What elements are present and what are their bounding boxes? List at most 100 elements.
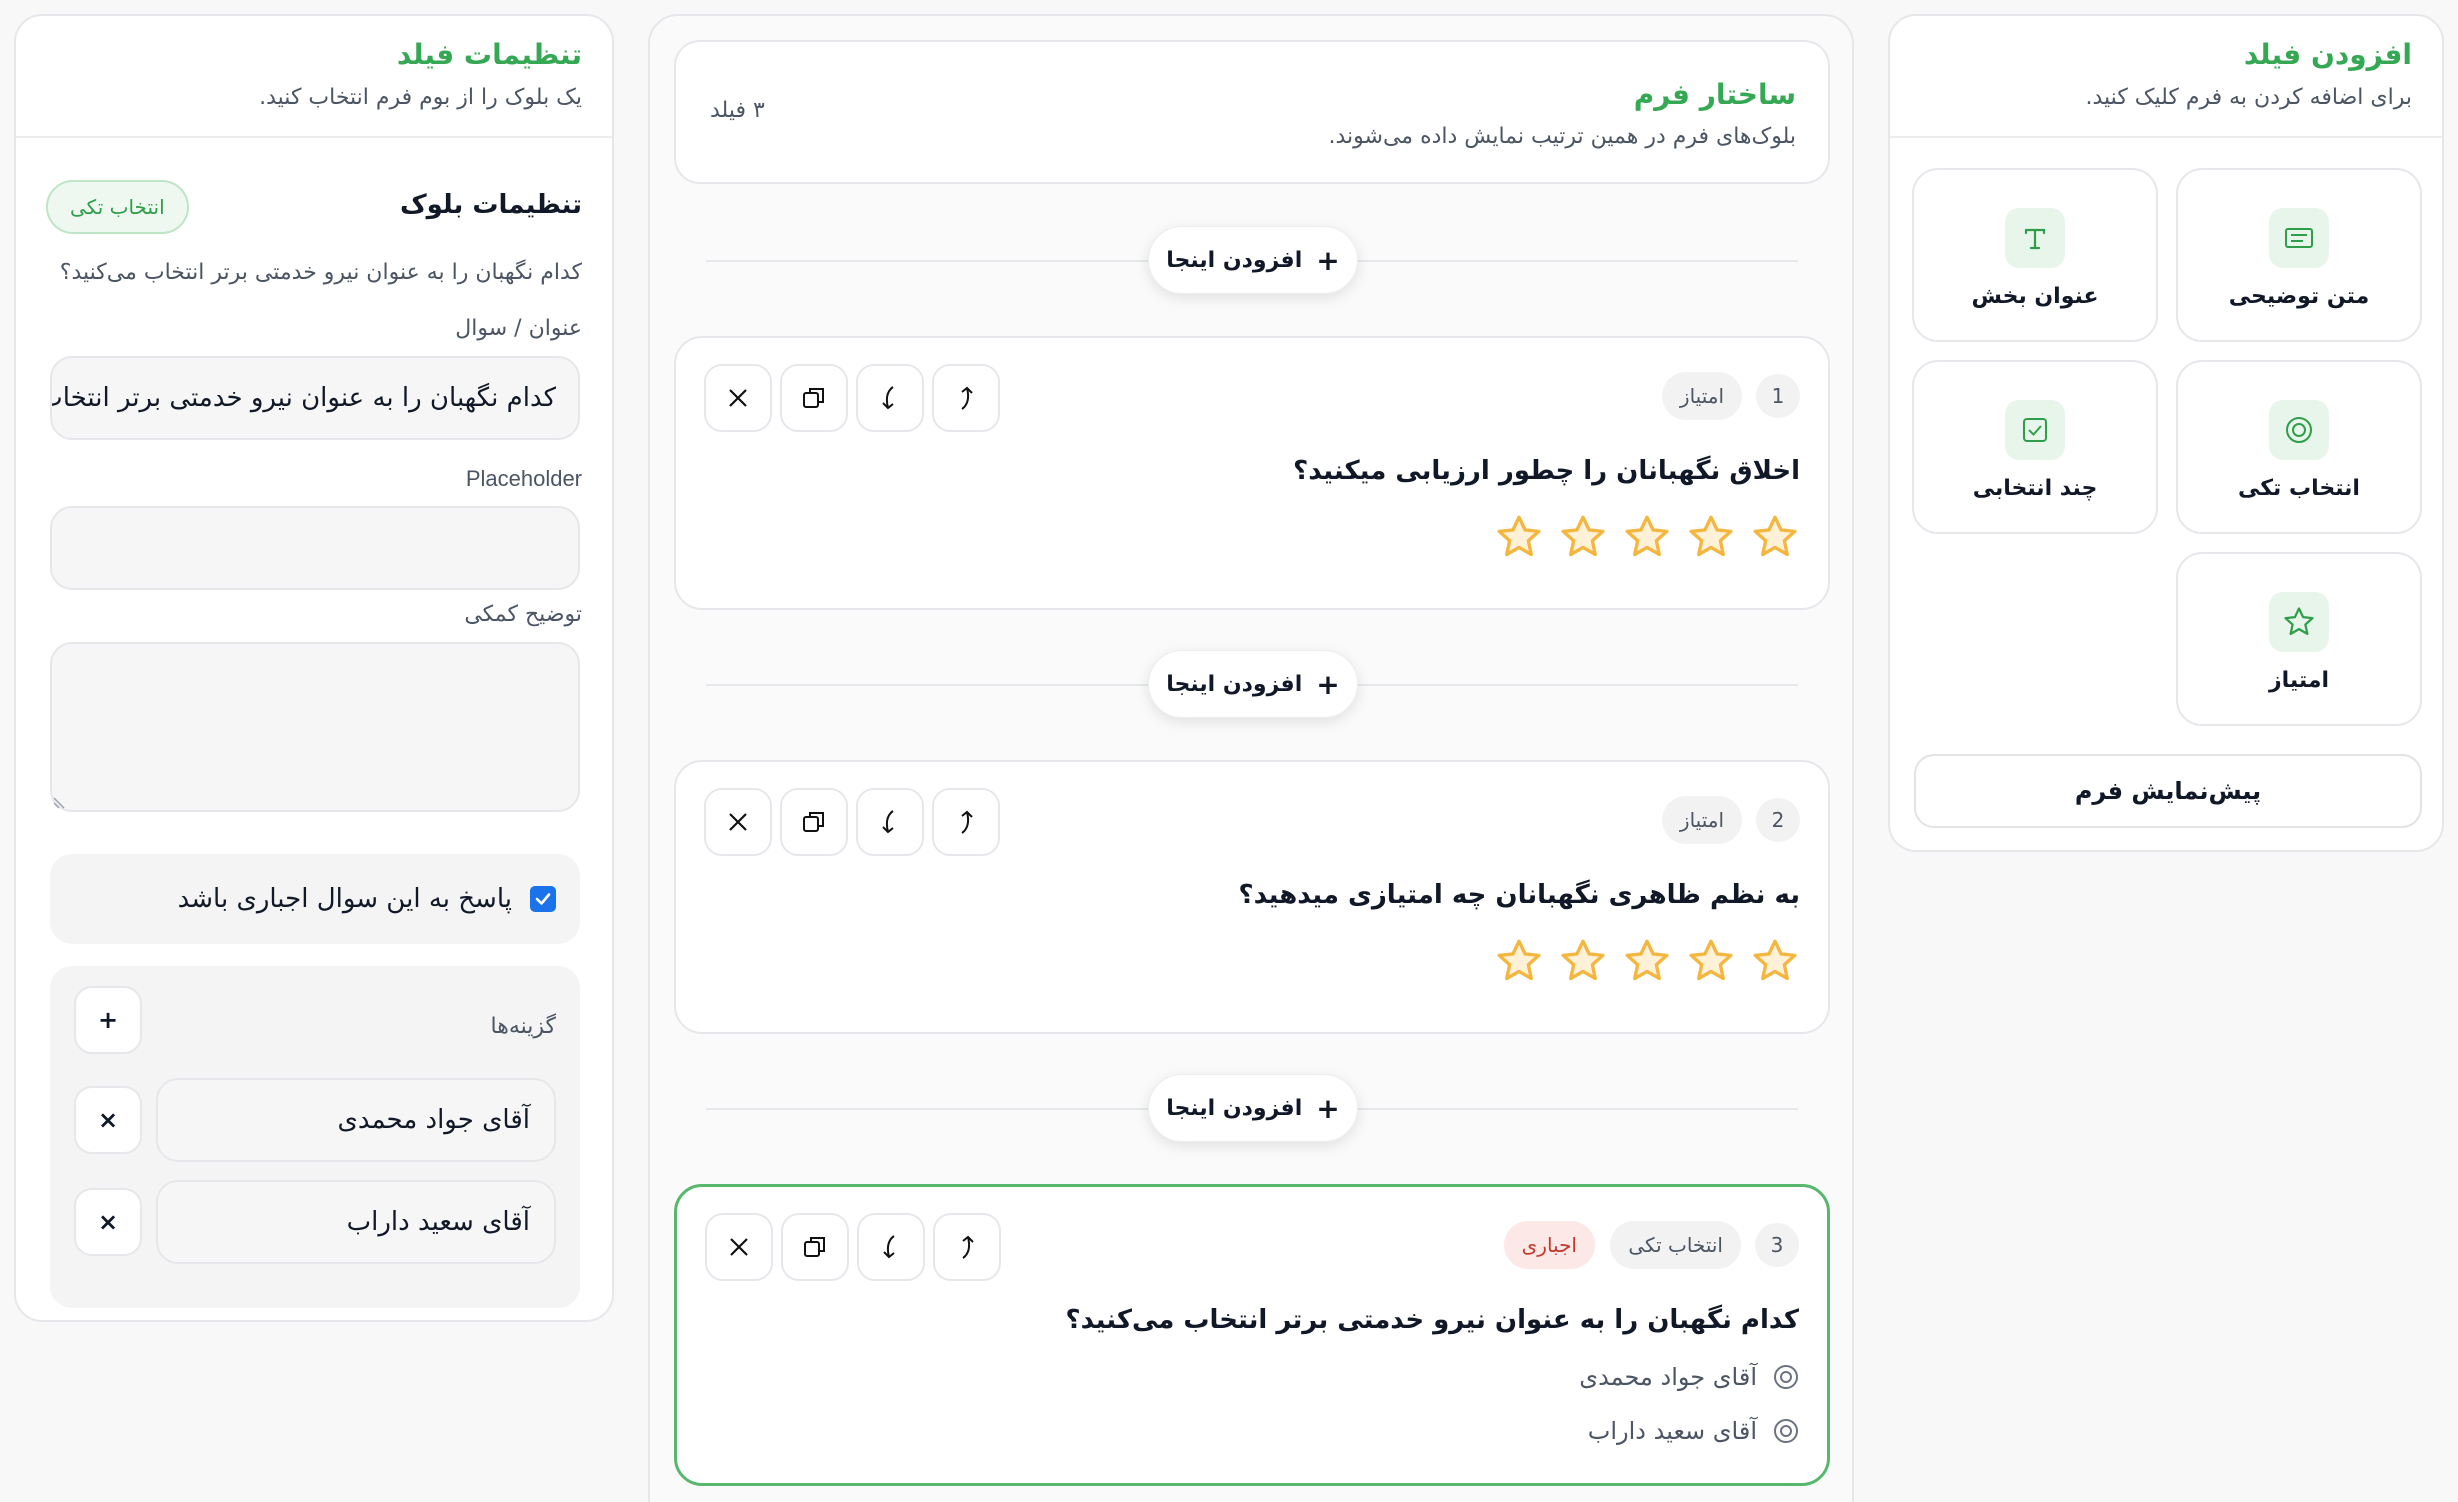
move-down-button[interactable] <box>857 1213 925 1281</box>
add-field-title: افزودن فیلد <box>2243 38 2412 71</box>
tool-label: متن توضیحی <box>2228 284 2370 309</box>
question-number: 2 <box>1756 798 1800 842</box>
delete-button[interactable] <box>704 788 772 856</box>
radio-icon <box>1774 1365 1798 1389</box>
placeholder-label: Placeholder <box>465 466 582 491</box>
radio-icon-wrap <box>2269 400 2329 460</box>
duplicate-button[interactable] <box>780 788 848 856</box>
add-here-button[interactable]: + افزودن اینجا <box>1148 1074 1358 1142</box>
required-badge: اجباری <box>1503 1221 1595 1269</box>
form-structure-title: ساختار فرم <box>1633 78 1796 111</box>
option-input[interactable]: آقای جواد محمدی <box>156 1078 556 1162</box>
form-structure-header: ساختار فرم بلوک‌های فرم در همین ترتیب نم… <box>674 40 1830 184</box>
plus-icon: + <box>1316 243 1340 277</box>
delete-button[interactable] <box>704 364 772 432</box>
radio-option[interactable]: آقای سعید داراب <box>1588 1417 1799 1445</box>
add-field-subtitle: برای اضافه کردن به فرم کلیک کنید. <box>2085 85 2413 110</box>
star-icon[interactable] <box>1494 512 1544 562</box>
block-type-badge: انتخاب تکی <box>46 180 189 234</box>
tool-label: انتخاب تکی <box>2238 476 2360 501</box>
move-down-button[interactable] <box>856 788 924 856</box>
copy-icon <box>803 388 824 408</box>
check-icon <box>535 893 551 905</box>
radio-icon <box>1774 1419 1798 1443</box>
move-up-button[interactable] <box>933 1213 1001 1281</box>
heading-t-icon <box>2024 228 2046 250</box>
field-settings-header: تنظیمات فیلد یک بلوک را از بوم فرم انتخا… <box>16 16 612 138</box>
resize-handle-icon[interactable] <box>52 794 68 810</box>
move-up-button[interactable] <box>932 364 1000 432</box>
option-input[interactable]: آقای سعید داراب <box>156 1180 556 1264</box>
close-icon <box>730 1238 748 1256</box>
move-up-button[interactable] <box>932 788 1000 856</box>
duplicate-button[interactable] <box>780 364 848 432</box>
question-text: به نظم ظاهری نگهبانان چه امتیازی میدهید؟ <box>1238 880 1800 910</box>
radio-icon <box>2286 417 2312 443</box>
tool-label: امتیاز <box>2268 668 2330 693</box>
tool-rating[interactable]: امتیاز <box>2176 552 2422 726</box>
star-icon[interactable] <box>1750 512 1800 562</box>
radio-option[interactable]: آقای جواد محمدی <box>1579 1363 1799 1391</box>
add-field-header: افزودن فیلد برای اضافه کردن به فرم کلیک … <box>1890 16 2442 138</box>
tool-section-title[interactable]: عنوان بخش <box>1912 168 2158 342</box>
checkbox-icon <box>2023 418 2047 442</box>
checkbox-icon-wrap <box>2005 400 2065 460</box>
help-text-label: توضیح کمکی <box>464 602 582 627</box>
block-hint: کدام نگهبان را به عنوان نیرو خدمتی برتر … <box>59 260 582 285</box>
delete-button[interactable] <box>705 1213 773 1281</box>
required-checkbox[interactable] <box>530 886 556 912</box>
remove-option-button[interactable]: × <box>74 1086 142 1154</box>
help-text-textarea[interactable] <box>50 642 580 812</box>
tool-single-choice[interactable]: انتخاب تکی <box>2176 360 2422 534</box>
star-icon-wrap <box>2269 592 2329 652</box>
tool-description-text[interactable]: متن توضیحی <box>2176 168 2422 342</box>
copy-icon <box>804 1237 825 1257</box>
star-icon[interactable] <box>1558 936 1608 986</box>
move-up-icon <box>961 810 973 834</box>
copy-icon <box>803 812 824 832</box>
placeholder-input[interactable] <box>50 506 580 590</box>
remove-option-button[interactable]: × <box>74 1188 142 1256</box>
question-type-tag: انتخاب تکی <box>1610 1221 1741 1269</box>
star-icon[interactable] <box>1686 512 1736 562</box>
preview-form-button[interactable]: پیش‌نمایش فرم <box>1914 754 2422 828</box>
field-settings-panel: تنظیمات فیلد یک بلوک را از بوم فرم انتخا… <box>14 14 614 1322</box>
block-settings-title: تنظیمات بلوک <box>400 190 582 220</box>
move-down-button[interactable] <box>856 364 924 432</box>
options-editor: گزینه‌ها + × آقای جواد محمدی × آقای سعید… <box>50 966 580 1308</box>
move-down-icon <box>882 810 894 834</box>
star-icon[interactable] <box>1558 512 1608 562</box>
add-here-label: افزودن اینجا <box>1166 1095 1303 1121</box>
tool-multi-choice[interactable]: چند انتخابی <box>1912 360 2158 534</box>
add-here-label: افزودن اینجا <box>1166 247 1303 273</box>
text-block-icon-wrap <box>2269 208 2329 268</box>
required-toggle-row[interactable]: پاسخ به این سوال اجباری باشد <box>50 854 580 944</box>
field-settings-subtitle: یک بلوک را از بوم فرم انتخاب کنید. <box>259 85 582 110</box>
question-input[interactable]: کدام نگهبان را به عنوان نیرو خدمتی برتر … <box>50 356 580 440</box>
question-card[interactable]: 1 امتیاز اخلاق نگهبانان را چطور ارزیابی … <box>674 336 1830 610</box>
tool-label: چند انتخابی <box>1972 476 2098 501</box>
radio-option-label: آقای جواد محمدی <box>1579 1363 1757 1391</box>
star-icon[interactable] <box>1622 936 1672 986</box>
add-option-button[interactable]: + <box>74 986 142 1054</box>
add-field-panel: افزودن فیلد برای اضافه کردن به فرم کلیک … <box>1888 14 2444 852</box>
question-type-tag: امتیاز <box>1661 796 1742 844</box>
required-label: پاسخ به این سوال اجباری باشد <box>177 884 512 914</box>
question-card-selected[interactable]: 3 انتخاب تکی اجباری کدام نگهبان را به عن… <box>674 1184 1830 1486</box>
move-down-icon <box>882 386 894 410</box>
form-structure-canvas: ساختار فرم بلوک‌های فرم در همین ترتیب نم… <box>648 14 1854 1502</box>
move-up-icon <box>962 1235 974 1259</box>
star-icon[interactable] <box>1622 512 1672 562</box>
star-icon[interactable] <box>1494 936 1544 986</box>
star-icon[interactable] <box>1750 936 1800 986</box>
close-icon <box>729 813 747 831</box>
star-icon[interactable] <box>1686 936 1736 986</box>
question-card[interactable]: 2 امتیاز به نظم ظاهری نگهبانان چه امتیاز… <box>674 760 1830 1034</box>
add-here-button[interactable]: + افزودن اینجا <box>1148 650 1358 718</box>
close-icon <box>729 389 747 407</box>
plus-icon: + <box>1316 1091 1340 1125</box>
add-here-button[interactable]: + افزودن اینجا <box>1148 226 1358 294</box>
question-number: 3 <box>1755 1223 1799 1267</box>
question-label: عنوان / سوال <box>455 316 582 341</box>
duplicate-button[interactable] <box>781 1213 849 1281</box>
